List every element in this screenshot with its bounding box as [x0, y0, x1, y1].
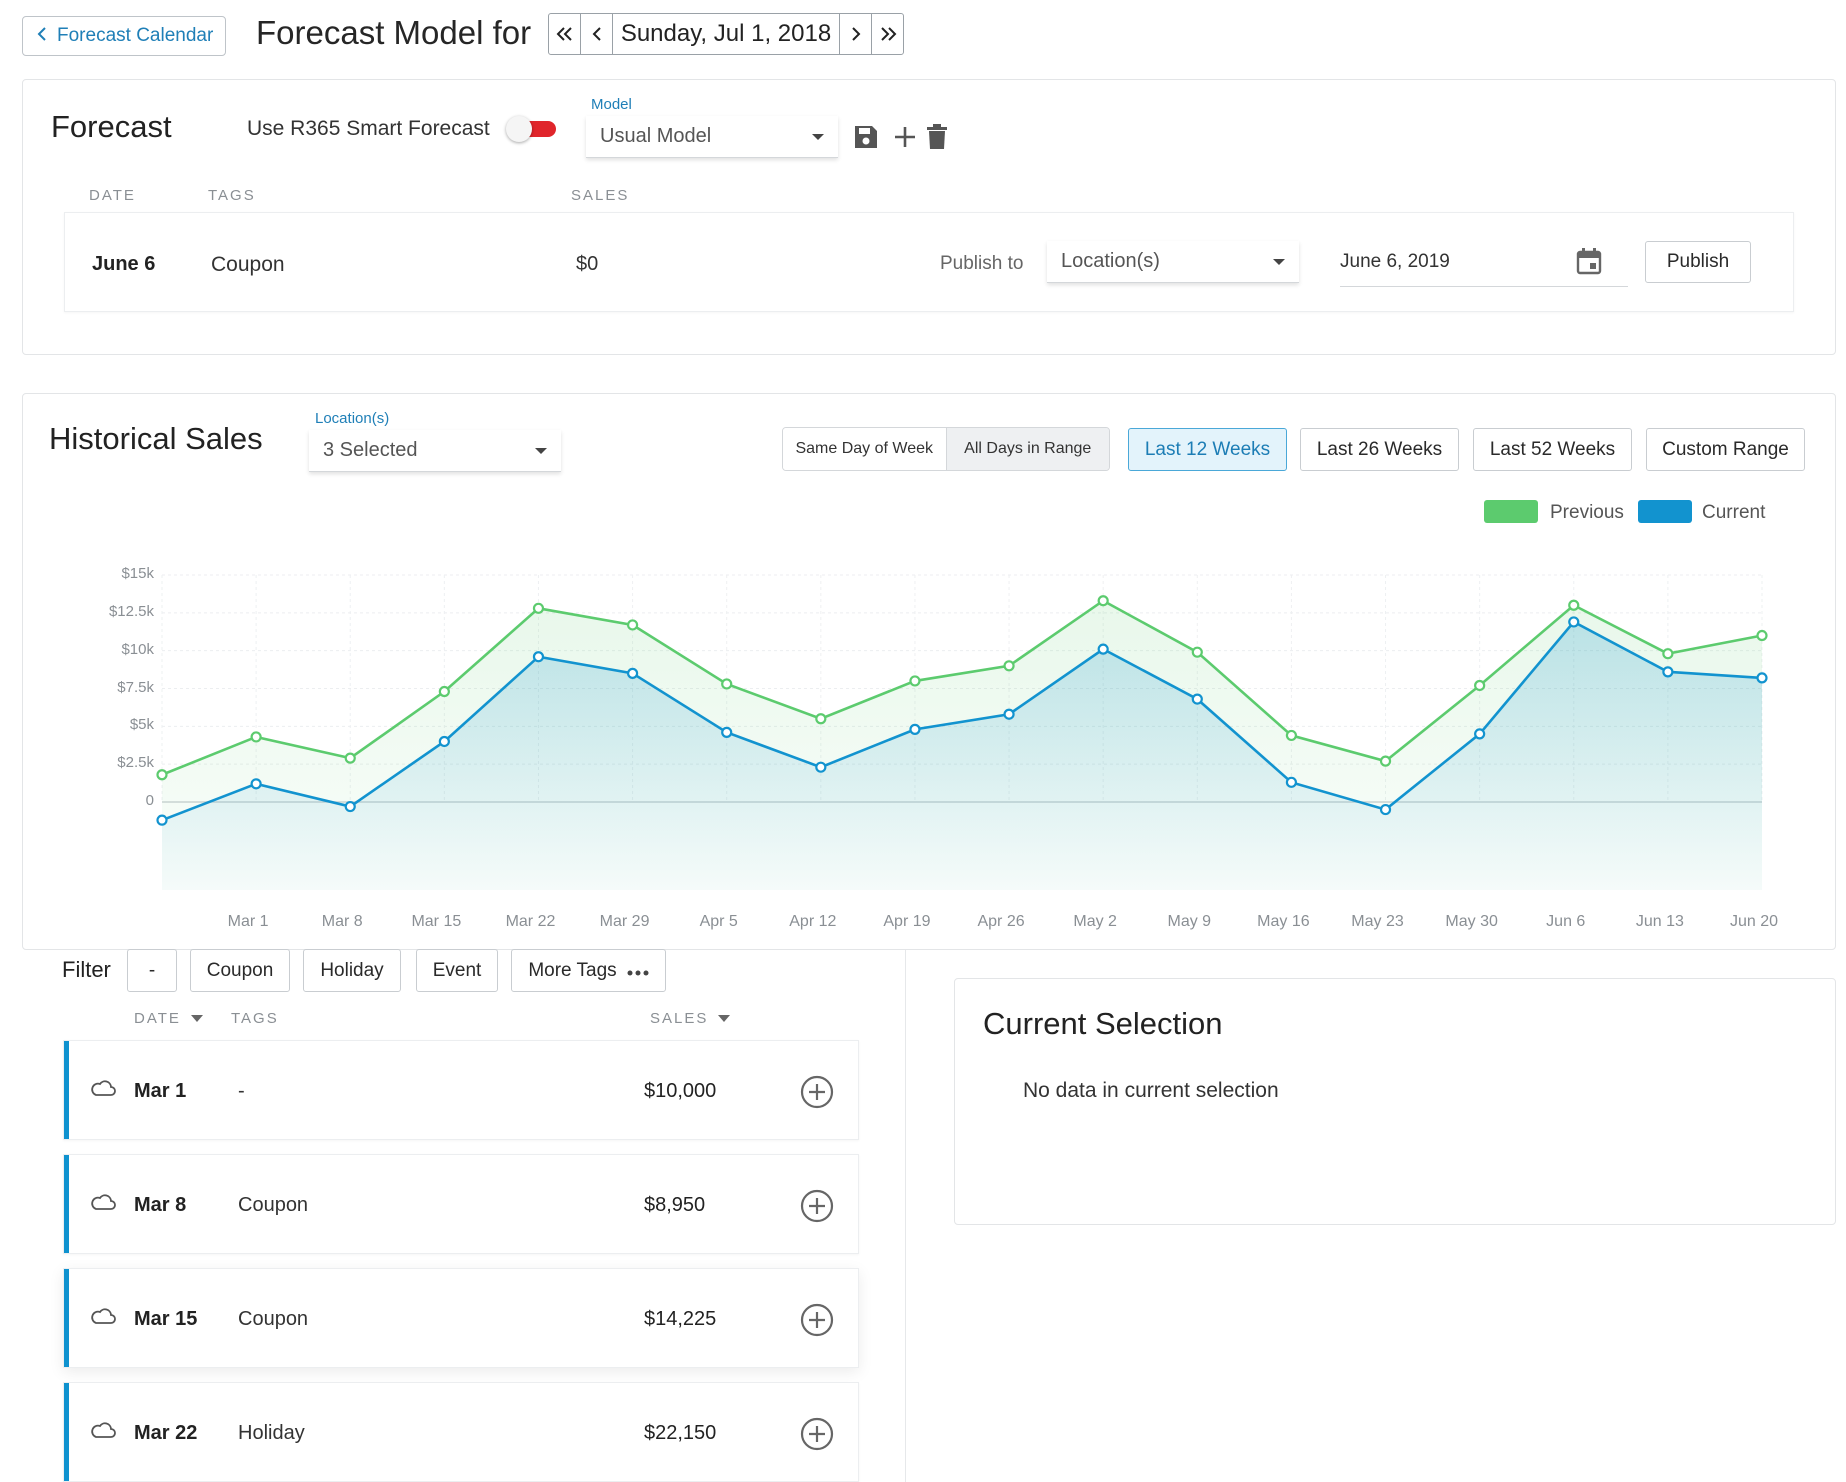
previous-point — [815, 713, 827, 725]
current-selection-title: Current Selection — [983, 1006, 1223, 1041]
row-accent-bar — [64, 1155, 69, 1253]
more-dots-icon — [627, 960, 649, 982]
row-date: Mar 1 — [134, 1080, 187, 1102]
filter-tag-coupon[interactable]: Coupon — [190, 949, 290, 992]
previous-point — [1662, 648, 1674, 660]
previous-point — [1474, 679, 1486, 692]
row-date: Mar 15 — [134, 1308, 198, 1330]
cloud-icon — [90, 1193, 116, 1216]
previous-point — [1568, 599, 1580, 611]
current-point — [1097, 643, 1109, 655]
current-point — [532, 651, 545, 663]
previous-point — [721, 678, 733, 690]
current-point — [626, 667, 639, 679]
add-circle-icon[interactable] — [800, 1303, 834, 1342]
previous-point — [1379, 755, 1392, 767]
current-point — [1568, 616, 1580, 628]
current-point — [721, 726, 733, 738]
previous-point — [909, 675, 921, 687]
current-point — [438, 735, 450, 748]
row-tag: - — [238, 1080, 245, 1102]
row-sales: $10,000 — [644, 1080, 717, 1102]
add-circle-icon[interactable] — [800, 1075, 834, 1114]
previous-point — [532, 602, 545, 614]
current-point — [1191, 693, 1203, 705]
filter-tag-none[interactable]: - — [127, 949, 177, 992]
column-divider — [905, 950, 906, 1482]
previous-point — [156, 769, 168, 781]
row-accent-bar — [64, 1383, 69, 1481]
sort-down-icon — [718, 1010, 731, 1027]
row-date: Mar 22 — [134, 1422, 198, 1444]
filter-tag-holiday[interactable]: Holiday — [303, 949, 401, 992]
table-col-sales[interactable]: SALES — [650, 1010, 731, 1027]
current-point — [1285, 776, 1298, 788]
previous-point — [626, 619, 639, 631]
row-sales: $8,950 — [644, 1194, 706, 1216]
previous-point — [1097, 595, 1109, 607]
add-circle-icon[interactable] — [800, 1189, 834, 1228]
table-col-date-label: DATE — [134, 1010, 181, 1027]
table-row[interactable]: Mar 1 - $10,000 — [63, 1040, 859, 1140]
historical-sales-chart — [156, 574, 1768, 890]
current-point — [344, 800, 356, 813]
table-row[interactable]: Mar 22 Holiday $22,150 — [63, 1382, 859, 1482]
current-point — [1662, 666, 1674, 678]
more-tags-label: More Tags — [528, 959, 617, 981]
row-date: Mar 8 — [134, 1194, 187, 1216]
current-point — [815, 761, 827, 773]
cloud-icon — [90, 1307, 116, 1330]
sort-down-icon — [190, 1010, 203, 1027]
row-tag: Coupon — [238, 1194, 309, 1216]
current-point — [1379, 803, 1392, 816]
row-sales: $14,225 — [644, 1308, 717, 1330]
current-point — [1756, 672, 1768, 684]
current-point — [1474, 728, 1486, 740]
table-col-tags: TAGS — [231, 1010, 279, 1027]
row-accent-bar — [64, 1041, 69, 1139]
cloud-icon — [90, 1421, 116, 1444]
add-circle-icon[interactable] — [800, 1417, 834, 1456]
filter-tag-event[interactable]: Event — [416, 949, 498, 992]
previous-point — [1285, 729, 1298, 742]
row-accent-bar — [64, 1269, 69, 1367]
previous-point — [1756, 629, 1768, 642]
current-point — [156, 814, 168, 826]
current-point — [909, 723, 921, 735]
previous-point — [344, 752, 356, 764]
previous-point — [438, 685, 450, 698]
table-row[interactable]: Mar 15 Coupon $14,225 — [63, 1268, 859, 1368]
more-tags-button[interactable]: More Tags — [511, 949, 666, 992]
previous-point — [1191, 646, 1203, 658]
previous-point — [1003, 660, 1015, 672]
filter-label: Filter — [62, 957, 111, 982]
previous-point — [250, 731, 262, 743]
row-tag: Coupon — [238, 1308, 309, 1330]
current-selection-empty: No data in current selection — [1023, 1079, 1279, 1102]
table-col-sales-label: SALES — [650, 1010, 709, 1027]
current-point — [1003, 708, 1015, 720]
current-point — [250, 778, 262, 790]
table-row[interactable]: Mar 8 Coupon $8,950 — [63, 1154, 859, 1254]
row-tag: Holiday — [238, 1422, 305, 1444]
table-col-date[interactable]: DATE — [134, 1010, 203, 1027]
cloud-icon — [90, 1079, 116, 1102]
row-sales: $22,150 — [644, 1422, 717, 1444]
